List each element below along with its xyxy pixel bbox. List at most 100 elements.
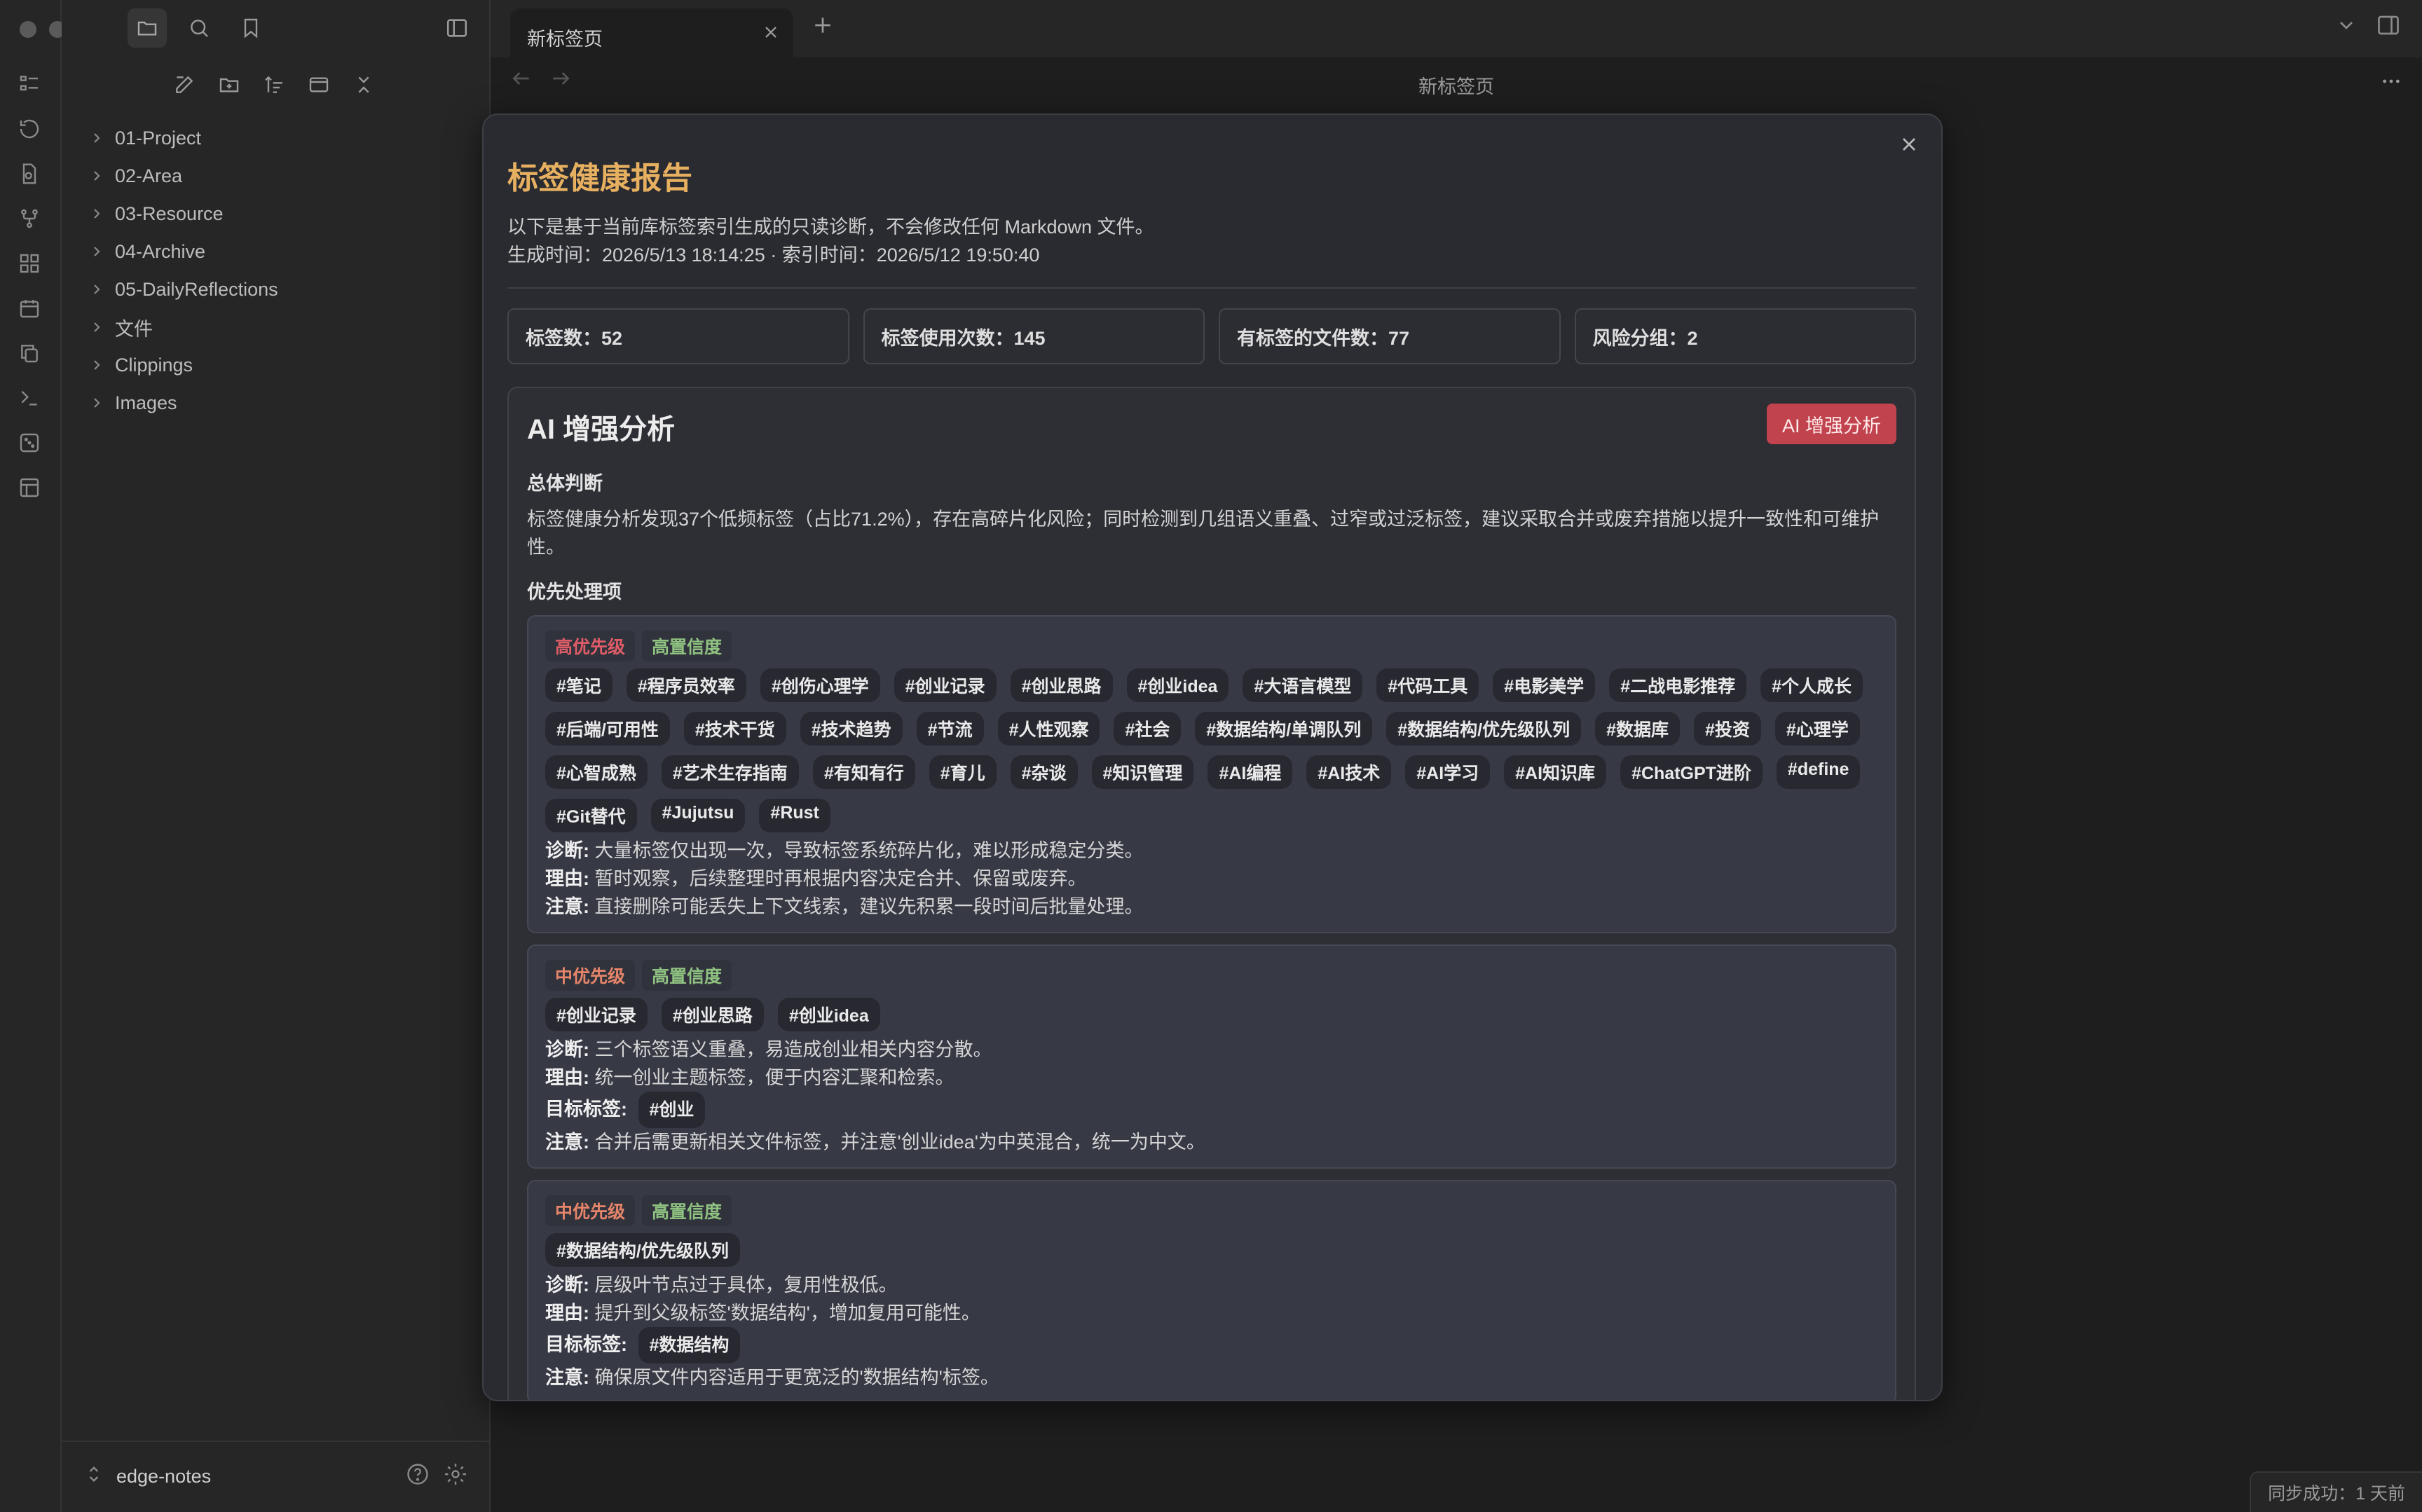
chevron-right-icon <box>81 274 112 305</box>
terminal-icon[interactable] <box>14 383 45 413</box>
tag-chip[interactable]: #程序员效率 <box>626 668 746 702</box>
dashboard-icon[interactable] <box>14 248 45 279</box>
more-options-icon[interactable] <box>2380 70 2402 92</box>
new-folder-icon[interactable] <box>212 67 247 102</box>
file-search-icon[interactable] <box>14 158 45 189</box>
target-tag-row-value[interactable]: #数据结构 <box>638 1327 741 1363</box>
tag-chip[interactable]: #数据库 <box>1595 712 1681 745</box>
history-icon[interactable] <box>14 114 45 144</box>
tag-chip[interactable]: #二战电影推荐 <box>1609 668 1747 702</box>
tree-folder[interactable]: 05-DailyReflections <box>81 270 474 308</box>
bookmark-icon[interactable] <box>231 8 271 48</box>
tag-chip[interactable]: #创业思路 <box>661 998 764 1031</box>
tag-chip[interactable]: #人性观察 <box>997 712 1100 745</box>
tag-chip[interactable]: #Jujutsu <box>650 799 746 832</box>
tree-folder[interactable]: 03-Resource <box>81 195 474 233</box>
new-note-icon[interactable] <box>167 67 202 102</box>
tag-chip[interactable]: #Rust <box>759 799 830 832</box>
tag-chip[interactable]: #数据结构/优先级队列 <box>545 1233 740 1267</box>
tag-chip[interactable]: #创业记录 <box>894 668 997 702</box>
tree-folder-label: 05-DailyReflections <box>115 278 278 300</box>
tag-chip[interactable]: #电影美学 <box>1493 668 1596 702</box>
tag-chip[interactable]: #投资 <box>1694 712 1761 745</box>
file-explorer-tab-icon[interactable] <box>128 8 167 48</box>
diagnosis-row-value: 三个标签语义重叠，易造成创业相关内容分散。 <box>594 1039 992 1060</box>
quick-switcher-icon[interactable] <box>14 69 45 99</box>
target-tag-row: 目标标签: #数据结构 <box>545 1327 1878 1363</box>
tag-chip[interactable]: #创伤心理学 <box>760 668 880 702</box>
tag-chip[interactable]: #技术趋势 <box>800 712 903 745</box>
tag-chip[interactable]: #杂谈 <box>1010 755 1078 789</box>
tag-chip[interactable]: #代码工具 <box>1376 668 1479 702</box>
tag-chip[interactable]: #AI编程 <box>1207 755 1293 789</box>
tag-chip[interactable]: #AI技术 <box>1306 755 1392 789</box>
copy-files-icon[interactable] <box>14 338 45 369</box>
tag-chip[interactable]: #心智成熟 <box>545 755 648 789</box>
tag-chip[interactable]: #创业idea <box>1126 668 1229 702</box>
help-icon[interactable] <box>405 1462 430 1487</box>
tag-chip[interactable]: #数据结构/优先级队列 <box>1386 712 1582 745</box>
collapse-all-icon[interactable] <box>346 67 381 102</box>
tree-folder[interactable]: 文件 <box>81 308 474 346</box>
vault-name[interactable]: edge-notes <box>116 1466 211 1487</box>
stat-risk-groups: 风险分组：2 <box>1574 308 1916 364</box>
target-tag-row-value[interactable]: #创业 <box>638 1092 706 1128</box>
card-badges: 中优先级 高置信度 <box>545 1195 1878 1226</box>
reason-row-label: 理由: <box>545 1067 589 1088</box>
tag-chip[interactable]: #创业思路 <box>1010 668 1113 702</box>
tree-folder[interactable]: 01-Project <box>81 119 474 157</box>
tag-chip[interactable]: #创业idea <box>777 998 880 1031</box>
tree-folder[interactable]: 04-Archive <box>81 233 474 270</box>
sync-status[interactable]: 同步成功：1 天前 <box>2268 1480 2405 1505</box>
tag-chip[interactable]: #育儿 <box>929 755 997 789</box>
tag-chip[interactable]: #心理学 <box>1774 712 1860 745</box>
tree-folder[interactable]: Clippings <box>81 346 474 384</box>
close-window-button[interactable] <box>20 21 36 38</box>
stats-row: 标签数：52 标签使用次数：145 有标签的文件数：77 风险分组：2 <box>507 308 1916 364</box>
modal-subtitle: 以下是基于当前库标签索引生成的只读诊断，不会修改任何 Markdown 文件。 <box>507 217 1154 238</box>
close-tab-icon[interactable] <box>761 22 781 42</box>
tree-folder[interactable]: 02-Area <box>81 157 474 195</box>
sort-icon[interactable] <box>256 67 292 102</box>
tag-chip[interactable]: #节流 <box>916 712 984 745</box>
ai-analysis-button[interactable]: AI 增强分析 <box>1766 404 1896 444</box>
tag-chip[interactable]: #AI知识库 <box>1504 755 1607 789</box>
tag-chip[interactable]: #个人成长 <box>1760 668 1863 702</box>
tree-folder-label: 02-Area <box>115 165 183 186</box>
tree-folder[interactable]: Images <box>81 384 474 422</box>
tag-chip[interactable]: #技术干货 <box>683 712 786 745</box>
tag-chip[interactable]: #艺术生存指南 <box>661 755 799 789</box>
auto-reveal-icon[interactable] <box>301 67 336 102</box>
priority-label: 优先处理项 <box>527 582 622 603</box>
tag-chip[interactable]: #创业记录 <box>545 998 648 1031</box>
note-row-label: 注意: <box>545 1132 589 1153</box>
settings-gear-icon[interactable] <box>443 1462 468 1487</box>
tab-new-tab[interactable]: 新标签页 <box>510 8 793 57</box>
vault-switch-icon[interactable] <box>83 1463 105 1485</box>
tag-chip[interactable]: #Git替代 <box>545 799 637 832</box>
search-icon[interactable] <box>179 8 219 48</box>
tag-chip[interactable]: #ChatGPT进阶 <box>1620 755 1763 789</box>
tag-chip[interactable]: #后端/可用性 <box>545 712 670 745</box>
new-tab-plus-icon[interactable] <box>812 14 834 36</box>
tag-chip[interactable]: #大语言模型 <box>1243 668 1363 702</box>
toggle-right-sidebar-icon[interactable] <box>2376 13 2401 38</box>
tag-chip[interactable]: #AI学习 <box>1405 755 1491 789</box>
calendar-icon[interactable] <box>14 293 45 324</box>
toggle-sidebar-icon[interactable] <box>437 8 477 48</box>
card-badges: 高优先级 高置信度 <box>545 631 1878 661</box>
templates-icon[interactable] <box>14 472 45 503</box>
random-note-icon[interactable] <box>14 427 45 458</box>
tab-list-chevron-down-icon[interactable] <box>2335 14 2358 36</box>
tag-chip[interactable]: #社会 <box>1114 712 1182 745</box>
diagnosis-row-label: 诊断: <box>545 840 589 861</box>
tag-chip[interactable]: #数据结构/单调队列 <box>1195 712 1373 745</box>
note-row-value: 确保原文件内容适用于更宽泛的'数据结构'标签。 <box>594 1367 999 1388</box>
note-row: 注意: 直接删除可能丢失上下文线索，建议先积累一段时间后批量处理。 <box>545 893 1878 921</box>
tag-chip[interactable]: #知识管理 <box>1091 755 1194 789</box>
tag-chip[interactable]: #define <box>1776 755 1861 789</box>
priority-card: 中优先级 高置信度 #数据结构/优先级队列 诊断: 层级叶节点过于具体，复用性极低。理… <box>527 1180 1896 1400</box>
git-branch-icon[interactable] <box>14 203 45 234</box>
tag-chip[interactable]: #笔记 <box>545 668 613 702</box>
tag-chip[interactable]: #有知有行 <box>812 755 915 789</box>
